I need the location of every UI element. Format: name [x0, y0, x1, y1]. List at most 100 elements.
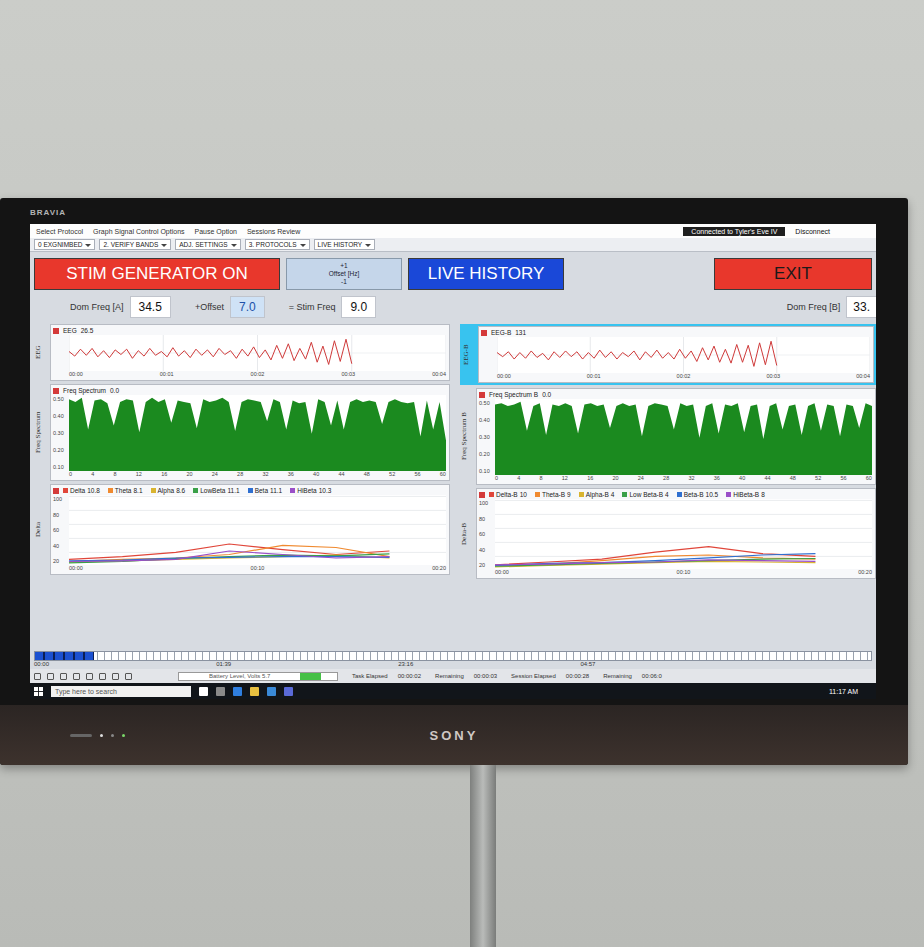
status-label: Remaining [435, 673, 464, 679]
legend-item[interactable]: Delta-B10 [489, 491, 527, 498]
toolbar-dropdown[interactable]: LIVE HISTORY [314, 239, 376, 250]
windows-icon[interactable] [34, 687, 43, 696]
menu-item[interactable]: Sessions Review [247, 228, 300, 235]
bands-row: DeltaDelta10.8Theta8.1Alpha8.6LowBeta11.… [34, 484, 450, 575]
dom-freq-b: 33. [846, 296, 876, 318]
offset-control[interactable]: +1Offset [Hz]-1 [286, 258, 402, 290]
timeline-label: 01:39 [216, 661, 231, 669]
legend-item[interactable]: Low Beta-B4 [622, 491, 668, 498]
live-history-button[interactable]: LIVE HISTORY [408, 258, 564, 290]
tool-icon[interactable] [60, 673, 67, 680]
close-icon[interactable] [481, 330, 487, 336]
chart-value: 131 [515, 329, 526, 336]
axis-label: Delta-B [460, 488, 474, 579]
search-box[interactable]: Type here to search [51, 686, 191, 697]
legend-value: 10.8 [87, 487, 100, 494]
legend-item[interactable]: Beta11.1 [248, 487, 283, 494]
chart-value: 0.0 [110, 387, 119, 394]
app-icon[interactable] [284, 687, 293, 696]
tool-icon[interactable] [125, 673, 132, 680]
close-icon[interactable] [53, 488, 59, 494]
eeg-chart[interactable]: EEG-B13100:0000:0100:0200:0300:04 [478, 326, 874, 383]
timeline[interactable]: 00:0001:3923:1604:57 [30, 651, 876, 669]
menu-item[interactable]: Graph Signal Control Options [93, 228, 184, 235]
tick-label: 00:10 [251, 565, 265, 573]
legend-item[interactable]: LowBeta11.1 [193, 487, 239, 494]
tick-label: 00:20 [432, 565, 446, 573]
toolbar-dropdown[interactable]: 0 EXGNIMBED [34, 239, 95, 250]
spectrum-chart[interactable]: Freq Spectrum B0.00.500.400.300.200.1004… [476, 388, 876, 485]
tick-label: 56 [414, 471, 420, 479]
tv-stand [470, 765, 496, 947]
offset-up[interactable]: +1 [340, 262, 347, 270]
plot-area: 0.500.400.300.200.10 [479, 399, 872, 475]
tick-label: 40 [53, 543, 69, 549]
legend-item[interactable]: Alpha-B4 [579, 491, 615, 498]
app-icon[interactable] [267, 687, 276, 696]
legend-value: 9 [567, 491, 571, 498]
tick-label: 60 [866, 475, 872, 483]
legend-item[interactable]: Theta8.1 [108, 487, 143, 494]
swatch-icon [726, 492, 731, 497]
tick-label: 48 [790, 475, 796, 483]
status-value: 00:00:02 [398, 673, 421, 679]
folder-icon[interactable] [250, 687, 259, 696]
legend-item[interactable]: HiBeta-B8 [726, 491, 765, 498]
disconnect-button[interactable]: Disconnect [795, 228, 830, 235]
legend-item[interactable]: Alpha8.6 [151, 487, 186, 494]
swatch-icon [622, 492, 627, 497]
toolbar-dropdown[interactable]: 2. VERIFY BANDS [99, 239, 171, 250]
eeg-chart[interactable]: EEG26.500:0000:0100:0200:0300:04 [50, 324, 450, 381]
legend-name: Delta [70, 487, 85, 494]
edge-icon[interactable] [233, 687, 242, 696]
tool-icon[interactable] [86, 673, 93, 680]
tick-label: 24 [638, 475, 644, 483]
offset-down[interactable]: -1 [341, 278, 347, 286]
spectrum-chart[interactable]: Freq Spectrum0.00.500.400.300.200.100481… [50, 384, 450, 481]
timeline-track[interactable] [34, 651, 872, 661]
spectrum-row: Freq SpectrumFreq Spectrum0.00.500.400.3… [34, 384, 450, 481]
legend-item[interactable]: Delta10.8 [63, 487, 100, 494]
close-icon[interactable] [479, 492, 485, 498]
bands-chart[interactable]: Delta-B10 Theta-B9 Alpha-B4 Low Beta-B4 Beta… [476, 488, 876, 579]
bands-lines [495, 499, 872, 569]
cortana-icon[interactable] [199, 687, 208, 696]
menu-item[interactable]: Select Protocol [36, 228, 83, 235]
legend-name: Alpha [158, 487, 175, 494]
swatch-icon [579, 492, 584, 497]
swatch-icon [63, 488, 68, 493]
spectrum-row: Freq Spectrum BFreq Spectrum B0.00.500.4… [460, 388, 876, 485]
stim-freq: 9.0 [341, 296, 376, 318]
tick-label: 40 [313, 471, 319, 479]
legend-value: 10 [520, 491, 527, 498]
close-icon[interactable] [53, 328, 59, 334]
legend-name: Theta-B [542, 491, 565, 498]
legend-item[interactable]: Beta-B10.5 [677, 491, 719, 498]
tool-icon[interactable] [34, 673, 41, 680]
legend-value: 10.5 [706, 491, 719, 498]
tool-icon[interactable] [73, 673, 80, 680]
tick-label: 60 [53, 527, 69, 533]
taskview-icon[interactable] [216, 687, 225, 696]
axis-label: Delta [34, 484, 48, 575]
tick-label: 60 [440, 471, 446, 479]
x-ticks: 00:0000:0100:0200:0300:04 [481, 373, 870, 381]
y-ticks: 0.500.400.300.200.10 [479, 399, 495, 475]
tick-label: 00:00 [495, 569, 509, 577]
legend-item[interactable]: HiBeta10.3 [290, 487, 331, 494]
tool-icon[interactable] [47, 673, 54, 680]
close-icon[interactable] [479, 392, 485, 398]
exit-button[interactable]: EXIT [714, 258, 872, 290]
menu-item[interactable]: Pause Option [195, 228, 237, 235]
bands-chart[interactable]: Delta10.8 Theta8.1 Alpha8.6 LowBeta11.1 Beta… [50, 484, 450, 575]
tick-label: 16 [161, 471, 167, 479]
close-icon[interactable] [53, 388, 59, 394]
toolbar-dropdown[interactable]: ADJ. SETTINGS [175, 239, 240, 250]
tool-icon[interactable] [112, 673, 119, 680]
tool-icon[interactable] [99, 673, 106, 680]
clock[interactable]: 11:17 AM [829, 688, 872, 695]
toolbar-dropdown[interactable]: 3. PROTOCOLS [245, 239, 310, 250]
stim-generator-button[interactable]: STIM GENERATOR ON [34, 258, 280, 290]
timeline-fill [35, 652, 94, 660]
legend-item[interactable]: Theta-B9 [535, 491, 571, 498]
